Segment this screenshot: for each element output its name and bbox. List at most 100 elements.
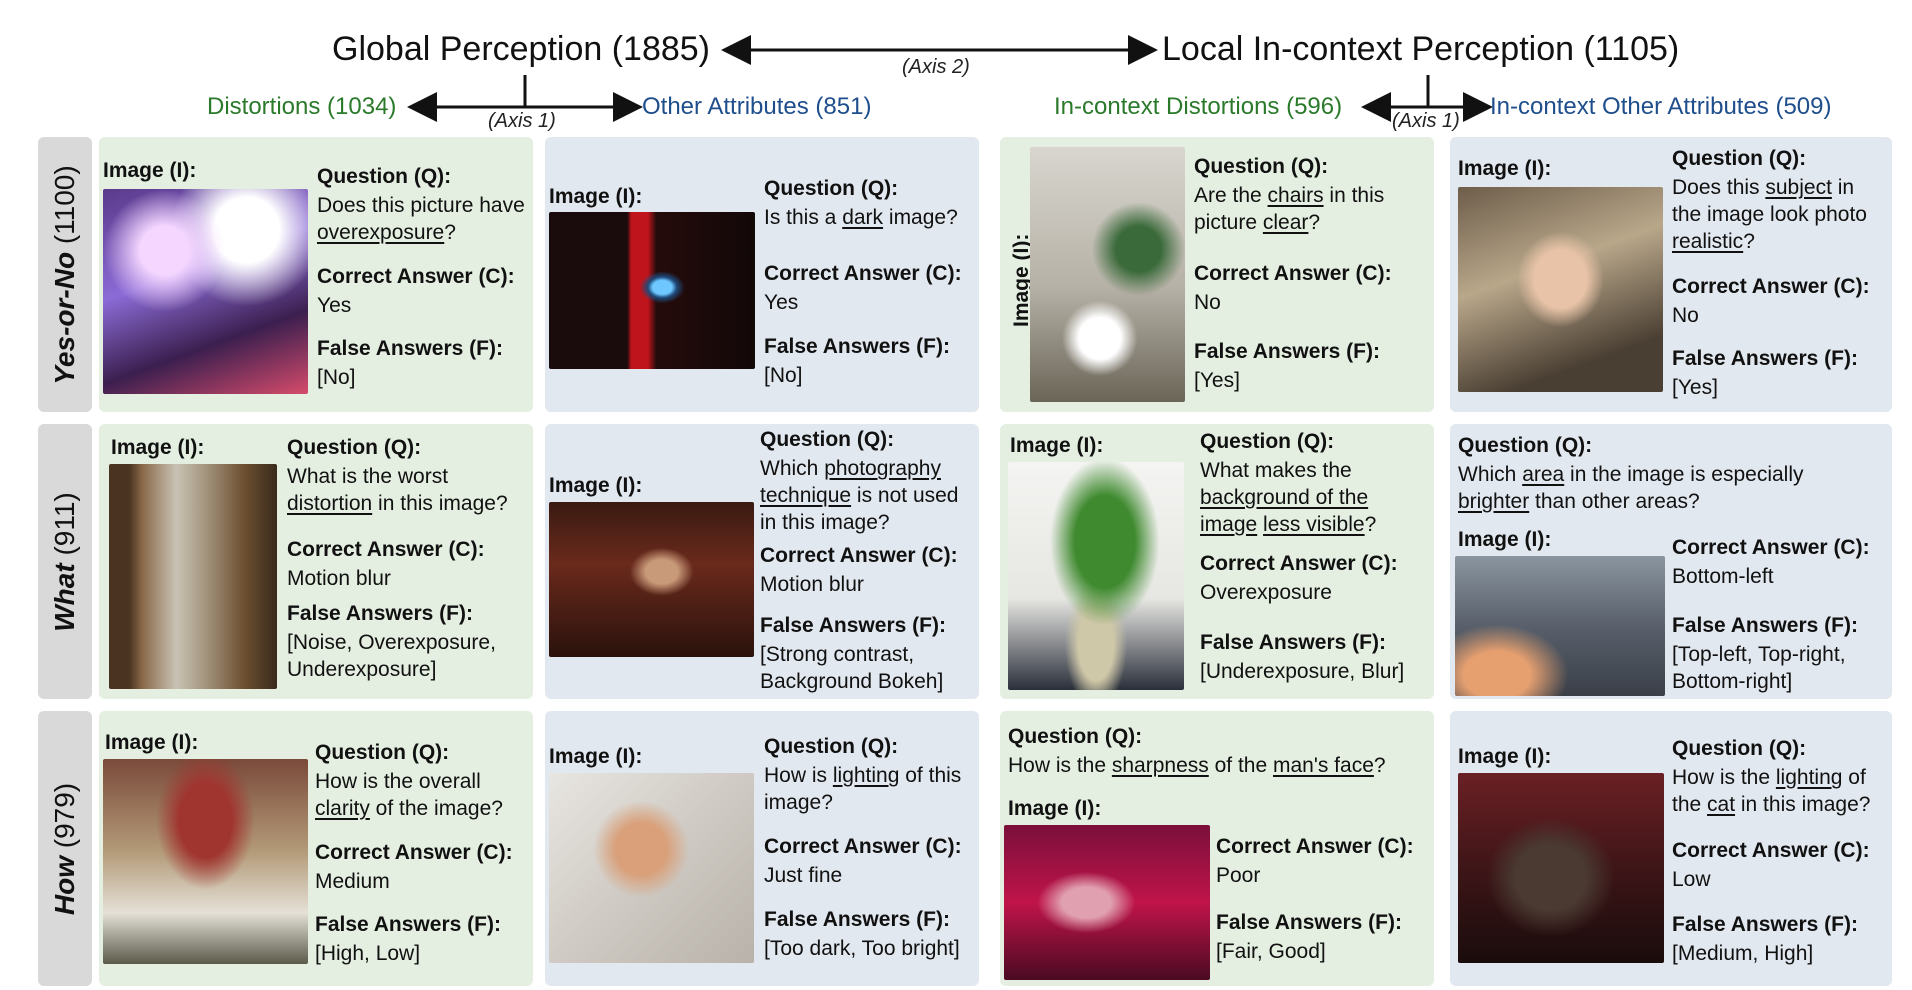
- question-text: Are the chairs in this picture clear?: [1194, 184, 1385, 234]
- correct-label: Correct Answer (C):: [764, 835, 962, 858]
- correct-answer: Just fine: [764, 864, 843, 887]
- overexposed-party-image: [103, 189, 308, 394]
- false-answers: [Too dark, Too bright]: [764, 937, 960, 960]
- question-text: Does this picture have overexposure?: [317, 194, 525, 244]
- row-name: How: [49, 855, 80, 915]
- image-label: Image (I):: [1458, 528, 1552, 551]
- false-label: False Answers (F):: [1216, 911, 1402, 934]
- image-label: Image (I):: [105, 731, 199, 754]
- false-label: False Answers (F):: [315, 913, 501, 936]
- question-label: Question (Q):: [287, 436, 422, 459]
- question-text: How is lighting of this image?: [764, 764, 962, 814]
- false-answers: [Medium, High]: [1672, 942, 1814, 965]
- false-label: False Answers (F):: [760, 614, 946, 637]
- row-label-yes-or-no: Yes-or-No (1100): [38, 137, 92, 412]
- correct-label: Correct Answer (C):: [1672, 536, 1870, 559]
- false-label: False Answers (F):: [1672, 347, 1858, 370]
- question-text: Does this subject in the image look phot…: [1672, 176, 1867, 253]
- image-label: Image (I):: [549, 185, 643, 208]
- panel-yesno-distortions: Image (I): Question (Q): Does this pictu…: [99, 137, 533, 412]
- motion-blur-library-image: [109, 464, 277, 689]
- panel-what-other: Image (I): Question (Q): Which photograp…: [545, 424, 979, 699]
- image-label: Image (I):: [1008, 797, 1102, 820]
- panel-how-distortions: Image (I): Question (Q): How is the over…: [99, 711, 533, 986]
- blurry-chairs-image: [1030, 147, 1185, 402]
- row-count: (1100): [49, 164, 80, 244]
- correct-label: Correct Answer (C):: [1672, 275, 1870, 298]
- false-answers: [Yes]: [1194, 369, 1240, 392]
- correct-answer: No: [1672, 304, 1699, 327]
- false-answers: [No]: [317, 366, 356, 389]
- correct-answer: No: [1194, 291, 1221, 314]
- question-label: Question (Q):: [764, 177, 899, 200]
- image-label: Image (I):: [1458, 157, 1552, 180]
- question-text: What is the worst distortion in this ima…: [287, 465, 508, 515]
- christmas-village-image: [103, 759, 308, 964]
- panel-how-other: Image (I): Question (Q): How is lighting…: [545, 711, 979, 986]
- row-label-what: What (911): [38, 424, 92, 699]
- correct-answer: Motion blur: [760, 573, 864, 596]
- panel-what-incontext-distortions: Image (I): Question (Q): What makes the …: [1000, 424, 1434, 699]
- correct-label: Correct Answer (C):: [287, 538, 485, 561]
- question-text: Which photography technique is not used …: [760, 457, 959, 534]
- axis1-right-label: (Axis 1): [1392, 110, 1460, 132]
- image-label: Image (I):: [1010, 434, 1104, 457]
- question-text: How is the lighting of the cat in this i…: [1672, 766, 1871, 816]
- dark-room-image: [549, 212, 755, 369]
- panel-how-incontext-distortions: Question (Q): How is the sharpness of th…: [1000, 711, 1434, 986]
- false-label: False Answers (F):: [1672, 614, 1858, 637]
- city-street-image: [1455, 556, 1665, 696]
- correct-label: Correct Answer (C):: [1194, 262, 1392, 285]
- false-answers: [Fair, Good]: [1216, 940, 1326, 963]
- guitarist-image: [549, 502, 754, 657]
- panel-yesno-incontext-distortions: Image (I): Question (Q): Are the chairs …: [1000, 137, 1434, 412]
- question-label: Question (Q):: [1458, 434, 1593, 457]
- row-label-how: How (979): [38, 711, 92, 986]
- row-count: (911): [49, 491, 80, 556]
- row-count: (979): [49, 782, 80, 848]
- question-text: What makes the background of the image l…: [1200, 459, 1377, 536]
- question-text: Is this a dark image?: [764, 206, 958, 229]
- question-text: How is the sharpness of the man's face?: [1008, 754, 1386, 777]
- false-label: False Answers (F):: [317, 337, 503, 360]
- panel-what-incontext-other: Question (Q): Which area in the image is…: [1450, 424, 1892, 699]
- image-label: Image (I):: [1458, 745, 1552, 768]
- other-attributes-label: Other Attributes (851): [642, 93, 872, 120]
- question-label: Question (Q):: [1672, 737, 1807, 760]
- correct-answer: Low: [1672, 868, 1711, 891]
- concert-guitarist-image: [1004, 825, 1210, 980]
- correct-answer: Motion blur: [287, 567, 391, 590]
- correct-label: Correct Answer (C):: [1672, 839, 1870, 862]
- image-label: Image (I):: [111, 436, 205, 459]
- correct-answer: Overexposure: [1200, 581, 1332, 604]
- image-label: Image (I):: [549, 474, 643, 497]
- false-label: False Answers (F):: [764, 908, 950, 931]
- false-label: False Answers (F):: [1194, 340, 1380, 363]
- false-answers: [Yes]: [1672, 376, 1718, 399]
- false-label: False Answers (F):: [764, 335, 950, 358]
- correct-label: Correct Answer (C):: [1216, 835, 1414, 858]
- question-text: How is the overall clarity of the image?: [315, 770, 503, 820]
- correct-answer: Medium: [315, 870, 390, 893]
- question-text: Which area in the image is especially br…: [1458, 463, 1804, 513]
- panel-how-incontext-other: Image (I): Question (Q): How is the ligh…: [1450, 711, 1892, 986]
- correct-answer: Bottom-left: [1672, 565, 1774, 588]
- false-answers: [Noise, Overexposure, Underexposure]: [287, 631, 496, 681]
- panel-yesno-incontext-other: Image (I): Question (Q): Does this subje…: [1450, 137, 1892, 412]
- false-answers: [High, Low]: [315, 942, 421, 965]
- question-label: Question (Q):: [1672, 147, 1807, 170]
- axis1-left-label: (Axis 1): [488, 110, 556, 132]
- distortions-label: Distortions (1034): [207, 93, 397, 120]
- question-label: Question (Q):: [764, 735, 899, 758]
- image-label: Image (I):: [103, 159, 197, 182]
- question-label: Question (Q):: [1194, 155, 1329, 178]
- incontext-other-label: In-context Other Attributes (509): [1490, 93, 1832, 120]
- false-answers: [No]: [764, 364, 803, 387]
- correct-answer: Poor: [1216, 864, 1261, 887]
- row-name: Yes-or-No: [49, 251, 80, 385]
- correct-answer: Yes: [764, 291, 799, 314]
- correct-label: Correct Answer (C):: [760, 544, 958, 567]
- potted-plant-image: [1008, 462, 1184, 690]
- false-label: False Answers (F):: [1200, 631, 1386, 654]
- false-answers: [Strong contrast, Background Bokeh]: [760, 643, 944, 693]
